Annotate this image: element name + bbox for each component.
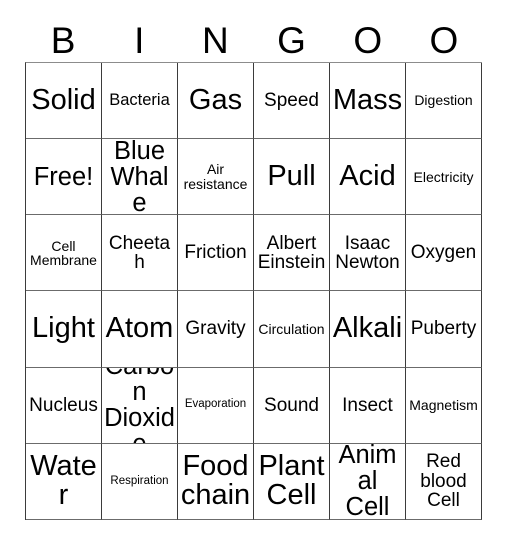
bingo-row: Solid Bacteria Gas Speed Mass Digestion xyxy=(26,63,482,140)
bingo-cell-label: Respiration xyxy=(110,474,169,487)
bingo-cell[interactable]: Circulation xyxy=(254,291,330,368)
bingo-cell-label: Circulation xyxy=(258,320,325,337)
bingo-cell[interactable]: Gas xyxy=(178,63,254,140)
bingo-cell-label: Light xyxy=(32,312,95,345)
bingo-cell[interactable]: Sound xyxy=(254,367,330,444)
bingo-row: Cell Membrane Cheetah Friction Albert Ei… xyxy=(26,215,482,292)
bingo-cell-label: Oxygen xyxy=(410,242,477,264)
bingo-cell-label: Acid xyxy=(339,159,396,192)
bingo-cell-free[interactable]: Free! xyxy=(26,139,102,216)
bingo-cell-label: Blue Whale xyxy=(110,139,169,216)
bingo-cell-label: Solid xyxy=(31,83,96,116)
bingo-cell-label: Speed xyxy=(264,89,319,111)
bingo-cell-label: Mass xyxy=(332,83,403,116)
bingo-card: B I N G O O Solid Bacteria Gas Speed Mas… xyxy=(25,18,482,520)
bingo-row: Light Atom Gravity Circulation Alkali Pu… xyxy=(26,291,482,368)
bingo-cell[interactable]: Gravity xyxy=(178,291,254,368)
bingo-cell[interactable]: Solid xyxy=(26,63,102,140)
bingo-cell-label: Air resistance xyxy=(183,161,248,192)
bingo-cell[interactable]: Cell Membrane xyxy=(26,215,102,292)
bingo-cell[interactable]: Cheetah xyxy=(102,215,178,292)
bingo-cell-label: Insect xyxy=(342,394,393,416)
bingo-cell[interactable]: Carbon Dioxide xyxy=(102,367,178,444)
bingo-cell[interactable]: Respiration xyxy=(102,443,178,520)
bingo-cell[interactable]: Red blood Cell xyxy=(406,443,482,520)
bingo-row: Nucleus Carbon Dioxide Evaporation Sound… xyxy=(26,367,482,444)
bingo-cell-label: Puberty xyxy=(410,318,477,340)
bingo-cell[interactable]: Friction xyxy=(178,215,254,292)
bingo-cell-label: Isaac Newton xyxy=(335,232,400,273)
bingo-cell-label: Food chain xyxy=(180,449,251,512)
bingo-cell-label: Bacteria xyxy=(109,91,170,110)
bingo-cell[interactable]: Puberty xyxy=(406,291,482,368)
bingo-cell[interactable]: Food chain xyxy=(178,443,254,520)
bingo-cell[interactable]: Alkali xyxy=(330,291,406,368)
bingo-cell[interactable]: Water xyxy=(26,443,102,520)
bingo-cell[interactable]: Mass xyxy=(330,63,406,140)
bingo-cell[interactable]: Isaac Newton xyxy=(330,215,406,292)
bingo-cell[interactable]: Animal Cell xyxy=(330,443,406,520)
bingo-cell[interactable]: Evaporation xyxy=(178,367,254,444)
bingo-grid: Solid Bacteria Gas Speed Mass Digestion … xyxy=(25,62,482,520)
bingo-cell[interactable]: Speed xyxy=(254,63,330,140)
bingo-cell[interactable]: Albert Einstein xyxy=(254,215,330,292)
bingo-header-letter-0: B xyxy=(50,19,76,61)
bingo-cell-label: Friction xyxy=(184,242,247,264)
bingo-cell[interactable]: Oxygen xyxy=(406,215,482,292)
bingo-cell-label: Red blood Cell xyxy=(420,451,467,512)
bingo-cell[interactable]: Electricity xyxy=(406,139,482,216)
bingo-header-letter-2: N xyxy=(202,19,229,61)
bingo-cell-label: Carbon Dioxide xyxy=(104,368,175,443)
bingo-cell-label: Water xyxy=(30,449,97,512)
bingo-header-letter-3: G xyxy=(277,19,306,61)
bingo-header-letter-5: O xyxy=(429,19,459,61)
bingo-cell[interactable]: Insect xyxy=(330,367,406,444)
bingo-header-letter-4: O xyxy=(353,19,383,61)
bingo-header-letter-1: I xyxy=(134,19,145,61)
bingo-cell-label: Digestion xyxy=(414,92,473,109)
bingo-cell-label: Nucleus xyxy=(29,394,98,416)
bingo-cell-label: Gas xyxy=(188,83,243,116)
bingo-cell[interactable]: Plant Cell xyxy=(254,443,330,520)
bingo-cell-label: Gravity xyxy=(185,318,246,340)
bingo-cell-label: Alkali xyxy=(332,312,403,345)
bingo-cell-label: Evaporation xyxy=(184,398,247,411)
bingo-cell-label: Plant Cell xyxy=(258,449,325,512)
bingo-cell[interactable]: Magnetism xyxy=(406,367,482,444)
bingo-cell[interactable]: Acid xyxy=(330,139,406,216)
bingo-cell[interactable]: Bacteria xyxy=(102,63,178,140)
bingo-row: Free! Blue Whale Air resistance Pull Aci… xyxy=(26,139,482,216)
bingo-cell[interactable]: Air resistance xyxy=(178,139,254,216)
bingo-cell-label: Sound xyxy=(264,394,319,416)
bingo-cell[interactable]: Light xyxy=(26,291,102,368)
bingo-cell-label: Magnetism xyxy=(409,397,478,414)
bingo-cell[interactable]: Digestion xyxy=(406,63,482,140)
bingo-cell-label: Electricity xyxy=(413,168,474,185)
bingo-cell-label: Cheetah xyxy=(108,232,171,273)
bingo-cell-label: Animal Cell xyxy=(338,443,397,520)
bingo-header-letters: B I N G O O xyxy=(25,18,482,62)
bingo-cell[interactable]: Nucleus xyxy=(26,367,102,444)
bingo-cell[interactable]: Blue Whale xyxy=(102,139,178,216)
bingo-cell-label: Pull xyxy=(267,159,316,192)
bingo-cell-label: Atom xyxy=(105,312,174,345)
bingo-cell[interactable]: Atom xyxy=(102,291,178,368)
bingo-cell[interactable]: Pull xyxy=(254,139,330,216)
bingo-row: Water Respiration Food chain Plant Cell … xyxy=(26,443,482,520)
bingo-cell-label: Free! xyxy=(33,162,94,191)
bingo-cell-label: Albert Einstein xyxy=(257,232,326,273)
bingo-cell-label: Cell Membrane xyxy=(30,237,97,268)
